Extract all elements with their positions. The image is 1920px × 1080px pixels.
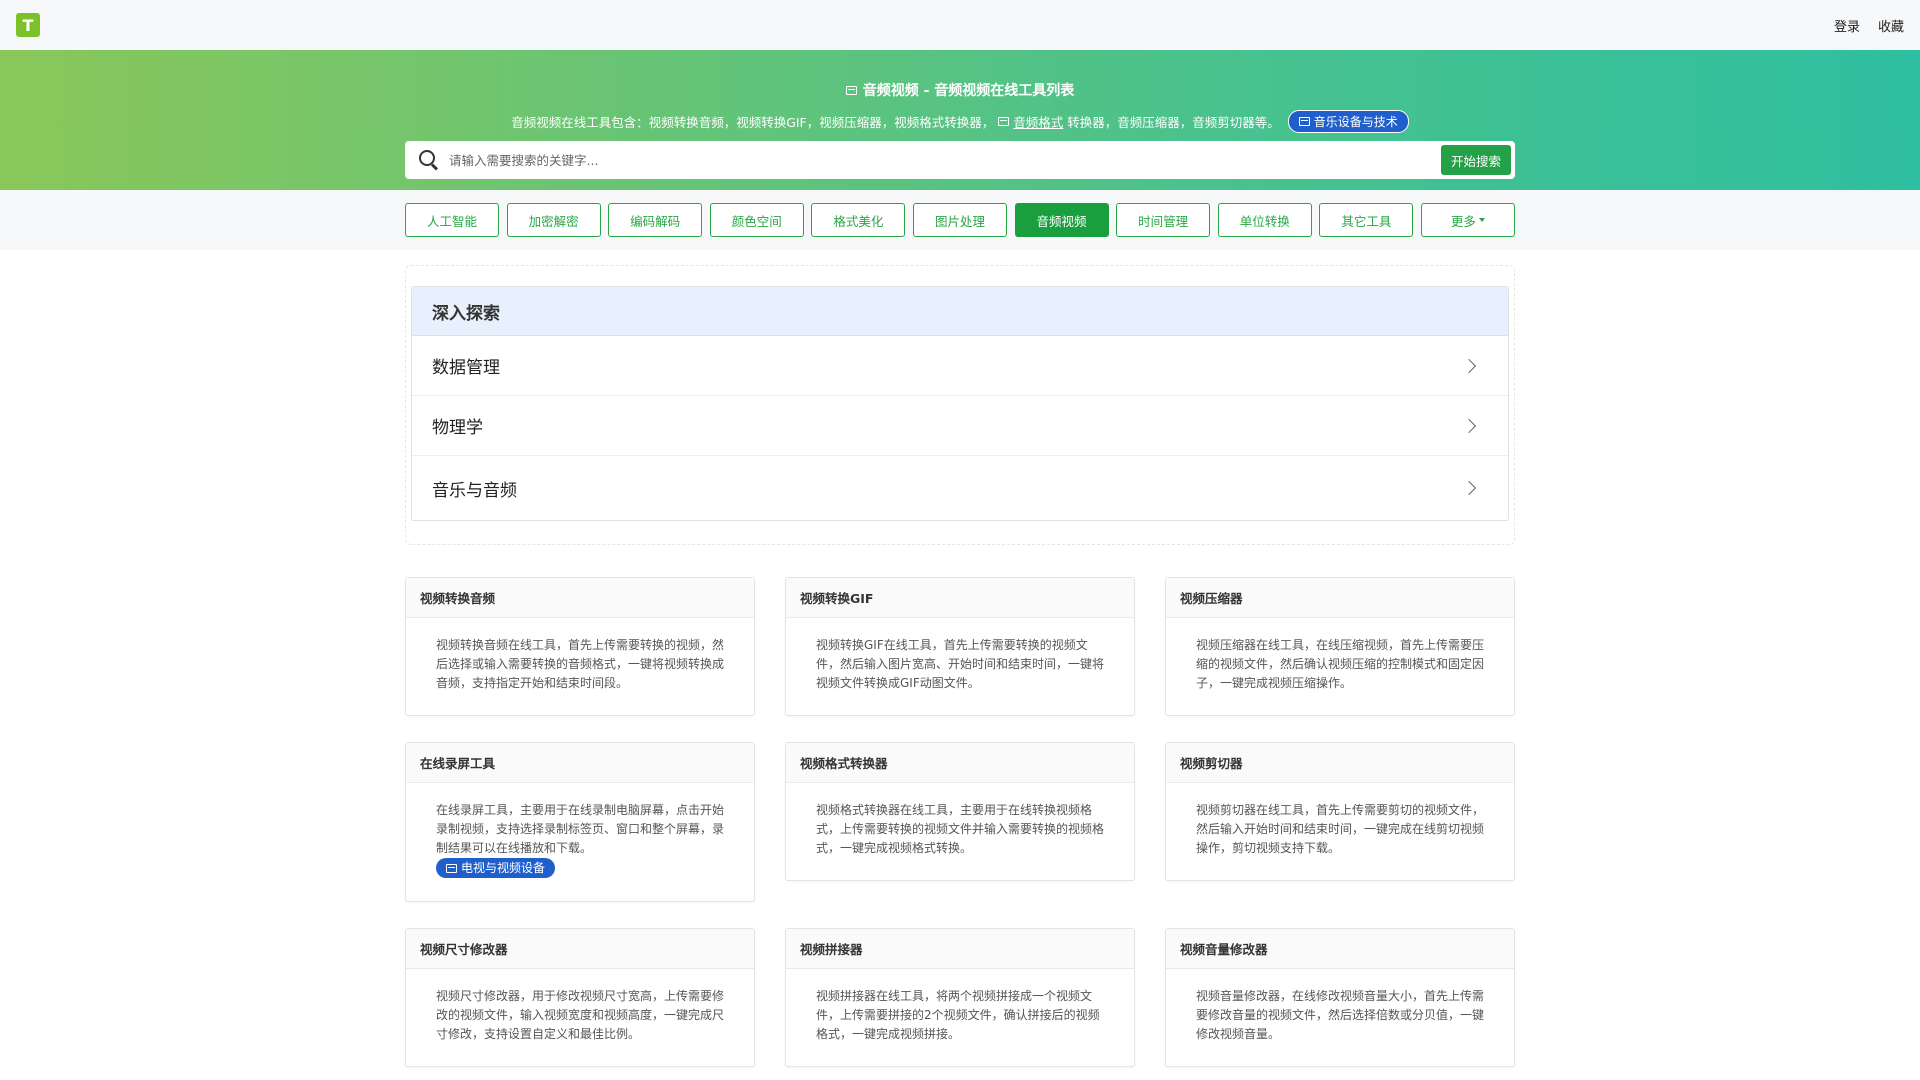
tool-card-title[interactable]: 视频转换音频: [406, 578, 754, 618]
tool-card-title[interactable]: 在线录屏工具: [406, 743, 754, 783]
desc-text-before: 音频视频在线工具包含：视频转换音频，视频转换GIF，视频压缩器，视频格式转换器，: [511, 115, 995, 130]
topic-tag-music[interactable]: 音乐设备与技术: [1287, 110, 1409, 133]
explore-panel: 深入探索 数据管理 物理学 音乐与音频: [405, 265, 1515, 545]
login-link[interactable]: 登录: [1834, 16, 1860, 35]
category-label: 加密解密: [528, 213, 579, 229]
category-crypto[interactable]: 加密解密: [506, 203, 601, 237]
chevron-right-icon: [1461, 358, 1477, 373]
tool-card-screen-recorder[interactable]: 在线录屏工具 在线录屏工具，主要用于在线录制电脑屏幕，点击开始录制视频，支持选择…: [405, 742, 755, 902]
category-encoding[interactable]: 编码解码: [608, 203, 703, 237]
category-audio-video[interactable]: 音频视频: [1014, 203, 1109, 237]
category-label: 格式美化: [833, 213, 884, 229]
explore-item-label: 物理学: [432, 418, 483, 438]
category-label: 编码解码: [630, 213, 681, 229]
category-image[interactable]: 图片处理: [912, 203, 1007, 237]
tool-card-title[interactable]: 视频尺寸修改器: [406, 928, 754, 969]
tool-card-video-compressor[interactable]: 视频压缩器 视频压缩器在线工具，在线压缩视频，首先上传需要压缩的视频文件，然后确…: [1165, 577, 1515, 716]
tool-card-title[interactable]: 视频转换GIF: [786, 578, 1134, 618]
desc-link-audio-format[interactable]: 音频格式: [1013, 112, 1063, 131]
category-time[interactable]: 时间管理: [1116, 203, 1211, 237]
page-title: 音频视频 - 音频视频在线工具列表: [845, 80, 1075, 100]
category-units[interactable]: 单位转换: [1217, 203, 1312, 237]
page-description: 音频视频在线工具包含：视频转换音频，视频转换GIF，视频压缩器，视频格式转换器，…: [511, 110, 1409, 133]
tool-card-video-to-audio[interactable]: 视频转换音频 视频转换音频在线工具，首先上传需要转换的视频，然后选择或输入需要转…: [405, 577, 755, 716]
caret-down-icon: [1478, 218, 1485, 222]
favorite-link[interactable]: 收藏: [1878, 16, 1904, 35]
topic-tag-tv-video[interactable]: 电视与视频设备: [436, 858, 556, 878]
top-nav: 登录 收藏: [1834, 16, 1904, 35]
tag-icon: [1298, 117, 1310, 126]
category-more-dropdown[interactable]: 更多: [1420, 203, 1515, 237]
hero-banner: 音频视频 - 音频视频在线工具列表 音频视频在线工具包含：视频转换音频，视频转换…: [0, 50, 1920, 190]
explore-heading: 深入探索: [412, 287, 1508, 336]
tool-card-title[interactable]: 视频剪切器: [1166, 743, 1514, 783]
tool-card-description: 视频音量修改器，在线修改视频音量大小，首先上传需要修改音量的视频文件，然后选择倍…: [1196, 988, 1485, 1041]
tool-card-description: 视频拼接器在线工具，将两个视频拼接成一个视频文件，上传需要拼接的2个视频文件，确…: [816, 988, 1100, 1041]
chevron-right-icon: [1461, 418, 1477, 433]
category-bar: 人工智能 加密解密 编码解码 颜色空间 格式美化 图片处理 音频视频 时间管理 …: [0, 190, 1920, 250]
tool-card-title[interactable]: 视频拼接器: [786, 928, 1134, 969]
category-label: 时间管理: [1138, 213, 1189, 229]
tool-card-description: 视频尺寸修改器，用于修改视频尺寸宽高，上传需要修改的视频文件，输入视频宽度和视频…: [436, 988, 725, 1041]
tool-card-video-format-converter[interactable]: 视频格式转换器 视频格式转换器在线工具，主要用于在线转换视频格式，上传需要转换的…: [785, 742, 1135, 881]
tool-card-description: 视频转换音频在线工具，首先上传需要转换的视频，然后选择或输入需要转换的音频格式，…: [436, 638, 725, 690]
tool-card-video-volume[interactable]: 视频音量修改器 视频音量修改器，在线修改视频音量大小，首先上传需要修改音量的视频…: [1165, 927, 1515, 1067]
tool-card-video-resizer[interactable]: 视频尺寸修改器 视频尺寸修改器，用于修改视频尺寸宽高，上传需要修改的视频文件，输…: [405, 927, 755, 1067]
tool-card-title[interactable]: 视频格式转换器: [786, 743, 1134, 783]
chevron-right-icon: [1461, 480, 1477, 496]
category-list: 人工智能 加密解密 编码解码 颜色空间 格式美化 图片处理 音频视频 时间管理 …: [405, 203, 1515, 237]
category-color-space[interactable]: 颜色空间: [709, 203, 804, 237]
category-label: 音频视频: [1036, 213, 1087, 229]
tool-grid: 视频转换音频 视频转换音频在线工具，首先上传需要转换的视频，然后选择或输入需要转…: [405, 577, 1515, 1067]
tag-icon: [845, 85, 857, 95]
category-label: 人工智能: [426, 213, 477, 229]
explore-list: 深入探索 数据管理 物理学 音乐与音频: [411, 286, 1509, 521]
tool-card-title[interactable]: 视频音量修改器: [1166, 928, 1514, 969]
tool-card-body: 在线录屏工具，主要用于在线录制电脑屏幕，点击开始录制视频，支持选择录制标签页、窗…: [406, 783, 754, 901]
topic-tag-label: 电视与视频设备: [461, 861, 546, 875]
tool-card-description: 视频格式转换器在线工具，主要用于在线转换视频格式，上传需要转换的视频文件并输入需…: [816, 803, 1105, 855]
explore-item-physics[interactable]: 物理学: [412, 396, 1508, 456]
search-bar: 开始搜索: [405, 141, 1515, 179]
explore-item-music-audio[interactable]: 音乐与音频: [412, 456, 1508, 520]
topic-tag-label: 音乐设备与技术: [1313, 115, 1398, 129]
tag-icon: [998, 117, 1010, 126]
category-label: 图片处理: [934, 213, 985, 229]
explore-item-label: 数据管理: [432, 358, 500, 378]
tool-card-video-cutter[interactable]: 视频剪切器 视频剪切器在线工具，首先上传需要剪切的视频文件，然后输入开始时间和结…: [1165, 742, 1515, 881]
category-ai[interactable]: 人工智能: [405, 203, 499, 237]
top-bar: T 登录 收藏: [0, 0, 1920, 50]
category-label: 单位转换: [1239, 213, 1290, 229]
explore-item-label: 音乐与音频: [432, 480, 517, 501]
site-logo[interactable]: T: [16, 13, 40, 37]
search-input[interactable]: [449, 152, 1441, 168]
desc-text-after: 转换器，音频压缩器，音频剪切器等。: [1067, 115, 1280, 130]
tag-icon: [446, 863, 457, 873]
search-icon: [419, 150, 439, 170]
page-title-text: 音频视频 - 音频视频在线工具列表: [862, 83, 1075, 99]
tool-card-video-joiner[interactable]: 视频拼接器 视频拼接器在线工具，将两个视频拼接成一个视频文件，上传需要拼接的2个…: [785, 927, 1135, 1067]
category-label: 颜色空间: [731, 213, 782, 229]
category-label: 更多: [1450, 213, 1476, 229]
search-button[interactable]: 开始搜索: [1440, 145, 1511, 175]
explore-item-data-management[interactable]: 数据管理: [412, 336, 1508, 396]
tool-card-description: 视频剪切器在线工具，首先上传需要剪切的视频文件，然后输入开始时间和结束时间，一键…: [1196, 803, 1485, 855]
tool-card-video-to-gif[interactable]: 视频转换GIF 视频转换GIF在线工具，首先上传需要转换的视频文件，然后输入图片…: [785, 577, 1135, 716]
category-formatting[interactable]: 格式美化: [811, 203, 906, 237]
category-label: 其它工具: [1341, 213, 1392, 229]
tool-card-title[interactable]: 视频压缩器: [1166, 578, 1514, 618]
category-other[interactable]: 其它工具: [1319, 203, 1414, 237]
tool-card-description: 视频压缩器在线工具，在线压缩视频，首先上传需要压缩的视频文件，然后确认视频压缩的…: [1196, 638, 1485, 690]
tool-card-description: 视频转换GIF在线工具，首先上传需要转换的视频文件，然后输入图片宽高、开始时间和…: [816, 638, 1105, 690]
tool-card-description: 在线录屏工具，主要用于在线录制电脑屏幕，点击开始录制视频，支持选择录制标签页、窗…: [436, 803, 725, 855]
